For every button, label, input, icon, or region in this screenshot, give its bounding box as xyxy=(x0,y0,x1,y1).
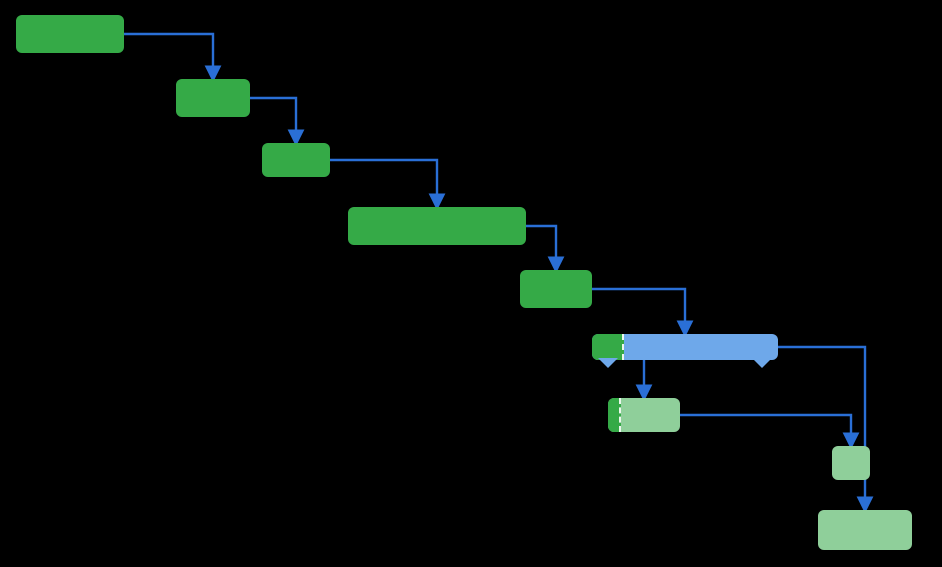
edge-n2-n3 xyxy=(250,98,296,143)
node-n7 xyxy=(608,398,680,432)
diagram-stage xyxy=(0,0,942,567)
edge-n6-n9 xyxy=(778,347,865,510)
node-n4 xyxy=(348,207,526,245)
edge-n3-n4 xyxy=(330,160,437,207)
banner-notch-icon xyxy=(598,358,618,368)
node-n6-progress xyxy=(592,334,624,360)
edge-n4-n5 xyxy=(526,226,556,270)
node-n9 xyxy=(818,510,912,550)
edges-layer xyxy=(0,0,942,567)
node-n5 xyxy=(520,270,592,308)
node-n1 xyxy=(16,15,124,53)
edge-n1-n2 xyxy=(124,34,213,79)
banner-notch-icon xyxy=(752,358,772,368)
node-n7-progress xyxy=(608,398,621,432)
node-n6 xyxy=(592,334,778,360)
edge-n5-n6 xyxy=(592,289,685,334)
edge-n7-n8 xyxy=(680,415,851,446)
node-n8 xyxy=(832,446,870,480)
node-n2 xyxy=(176,79,250,117)
node-n3 xyxy=(262,143,330,177)
